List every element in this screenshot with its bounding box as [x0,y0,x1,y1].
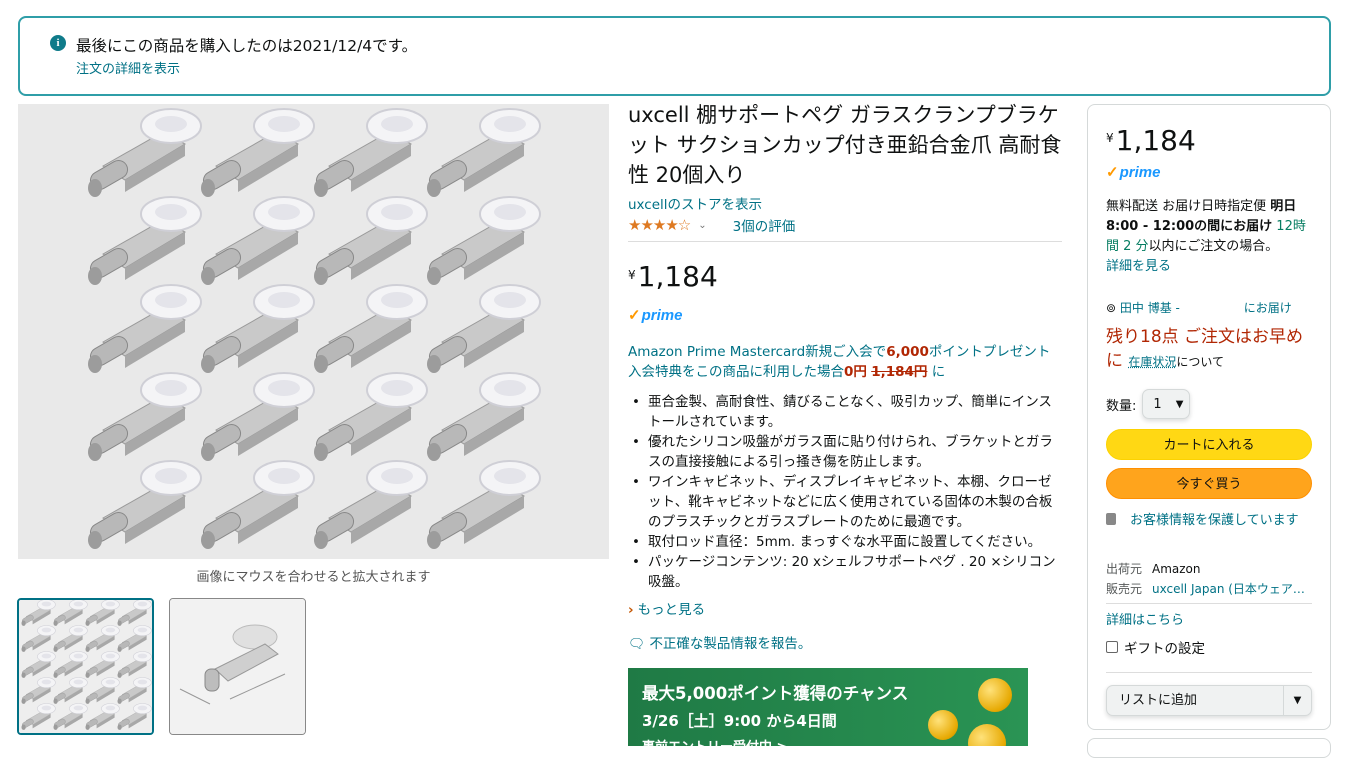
chevron-down-icon: ▼ [1175,398,1184,410]
thumbnail-1[interactable] [17,598,154,735]
buy-now-button[interactable]: 今すぐ買う [1106,468,1312,499]
gift-checkbox[interactable] [1106,641,1118,653]
chevron-down-icon[interactable]: ▼ [1283,686,1311,715]
secure-label: お客様情報を保護しています [1130,513,1299,528]
quantity-select[interactable]: 1 ▼ [1142,389,1191,419]
last-purchase-message: 最後にこの商品を購入したのは2021/12/4です。 [76,37,418,55]
feature-bullet: 取付ロッド直径：5mm. まっすぐな水平面に設置してください。 [628,532,1062,552]
delivery-details-link[interactable]: 詳細を見る [1106,259,1171,274]
stock-info-tail: について [1176,355,1225,369]
buybox-price-amount: 1,184 [1115,124,1196,157]
banner-entry: 事前エントリー受付中 > [642,736,787,746]
thumbnail-2[interactable] [169,598,306,735]
more-details-link[interactable]: 詳細はこちら [1106,609,1184,628]
see-more-link[interactable]: › もっと見る [628,598,1062,618]
location-pin-icon: ⊚ [1106,301,1117,315]
divider [1106,672,1312,673]
quantity-value: 1 [1153,396,1162,412]
divider [628,241,1062,242]
feature-bullet: 優れたシリコン吸盤がガラス面に貼り付けられ、ブラケットとガラスの直接接触による引… [628,432,1062,472]
promo-points: 6,000 [886,344,929,360]
buy-box: ¥ 1,184 ✓ prime 無料配送 お届け日時指定便 明日 8:00 - 1… [1087,104,1331,730]
thumbnail-grid-image [19,600,152,733]
prime-badge: ✓ prime [628,306,1062,325]
feature-bullets: 亜合金製、高耐食性、錆びることなく、吸引カップ、簡単にインストールされています。… [628,392,1062,592]
feature-bullet: ワインキャビネット、ディスプレイキャビネット、本棚、クローゼット、靴キャビネット… [628,472,1062,532]
main-product-image[interactable] [18,104,609,559]
delivery-type: 無料配送 お届け日時指定便 [1106,199,1271,214]
coin-icon [968,724,1006,746]
prime-check-icon: ✓ [628,307,641,324]
delivery-location[interactable]: ⊚ 田中 博基 - にお届け [1106,299,1316,316]
divider [1106,603,1312,604]
promo-text-1: Amazon Prime Mastercard新規ご入会で [628,344,887,360]
see-more-label[interactable]: もっと見る [638,602,706,618]
seller-info: 出荷元 Amazon 販売元 uxcell Japan (日本ウェア… [1106,559,1316,599]
location-name: 田中 博基 - [1119,301,1180,315]
delivery-condition: 以内にご注文の場合。 [1148,239,1279,254]
price-amount: 1,184 [637,260,718,293]
lock-icon [1106,513,1116,525]
banner-headline: 最大5,000ポイント獲得のチャンス [642,684,909,703]
banner-date: 3/26［土］9:00 から4日間 [642,712,837,730]
zoom-hint: 画像にマウスを合わせると拡大されます [196,570,431,585]
coin-icon [928,710,958,740]
ships-from-value: Amazon [1152,562,1201,576]
order-details-link[interactable]: 注文の詳細を表示 [76,58,180,77]
info-icon: i [50,35,66,51]
quantity-row: 数量: 1 ▼ [1106,389,1191,419]
buybox-price: ¥ 1,184 [1106,127,1196,155]
prime-check-icon: ✓ [1106,164,1119,181]
prime-label: prime [641,306,683,324]
coin-icon [978,678,1012,712]
report-label[interactable]: 不正確な製品情報を報告。 [649,636,811,652]
rating-count-link[interactable]: 3個の評価 [733,215,796,235]
buybox-price-currency: ¥ [1106,131,1114,145]
store-link[interactable]: uxcellのストアを表示 [628,197,762,213]
gift-option[interactable]: ギフトの設定 [1106,637,1205,657]
prime-label: prime [1119,163,1161,181]
quantity-label: 数量: [1106,398,1137,414]
stock-info-link[interactable]: 在庫状況 [1128,355,1176,369]
secure-transaction[interactable]: お客様情報を保護しています [1106,511,1316,531]
points-campaign-banner[interactable]: 最大5,000ポイント獲得のチャンス 3/26［土］9:00 から4日間 事前エ… [628,668,1028,746]
feature-bullet: パッケージコンテンツ: 20 xシェルフサポートペグ . 20 ×シリコン吸盤。 [628,552,1062,592]
add-to-list-label[interactable]: リストに追加 [1107,686,1283,715]
buybox-prime-badge: ✓ prime [1106,163,1161,182]
add-to-list-button[interactable]: リストに追加 ▼ [1106,685,1312,716]
product-price: ¥ 1,184 [628,262,1062,292]
add-to-cart-button[interactable]: カートに入れる [1106,429,1312,460]
location-suffix: にお届け [1243,301,1292,315]
rating-row: ★★★★☆ ⌄ 3個の評価 [628,215,1062,235]
last-purchase-notice: i 最後にこの商品を購入したのは2021/12/4です。 注文の詳細を表示 [18,16,1331,96]
promo-old-price: 1,184円 [871,364,928,380]
promo-zero-price: 0円 [844,364,867,380]
promo-text-3: に [927,364,946,380]
chat-bubble-icon: 🗨 [628,636,646,652]
star-rating-icon[interactable]: ★★★★☆ [628,216,691,234]
mastercard-promo[interactable]: Amazon Prime Mastercard新規ご入会で6,000ポイントプレ… [628,342,1062,382]
thumbnail-dimension-image [170,599,305,734]
report-link[interactable]: 🗨 不正確な製品情報を報告。 [628,632,1062,652]
delivery-info: 無料配送 お届け日時指定便 明日 8:00 - 12:00の間にお届け 12時間… [1106,197,1314,277]
seller-link[interactable]: uxcell Japan (日本ウェア… [1152,582,1305,596]
feature-bullet: 亜合金製、高耐食性、錆びることなく、吸引カップ、簡単にインストールされています。 [628,392,1062,432]
sold-by-label: 販売元 [1106,582,1143,596]
secondary-box [1087,738,1331,758]
stock-status: 残り18点 ご注文はお早めに 在庫状況について [1106,325,1316,374]
gift-label: ギフトの設定 [1124,641,1205,657]
product-peg-grid-image [18,104,609,559]
chevron-down-icon[interactable]: ⌄ [698,220,706,231]
chevron-right-icon: › [628,602,634,618]
product-title: uxcell 棚サポートペグ ガラスクランプブラケット サクションカップ付き亜鉛… [628,103,1062,187]
product-info: uxcell 棚サポートペグ ガラスクランプブラケット サクションカップ付き亜鉛… [628,100,1062,652]
ships-from-label: 出荷元 [1106,562,1143,576]
price-currency: ¥ [628,268,636,282]
